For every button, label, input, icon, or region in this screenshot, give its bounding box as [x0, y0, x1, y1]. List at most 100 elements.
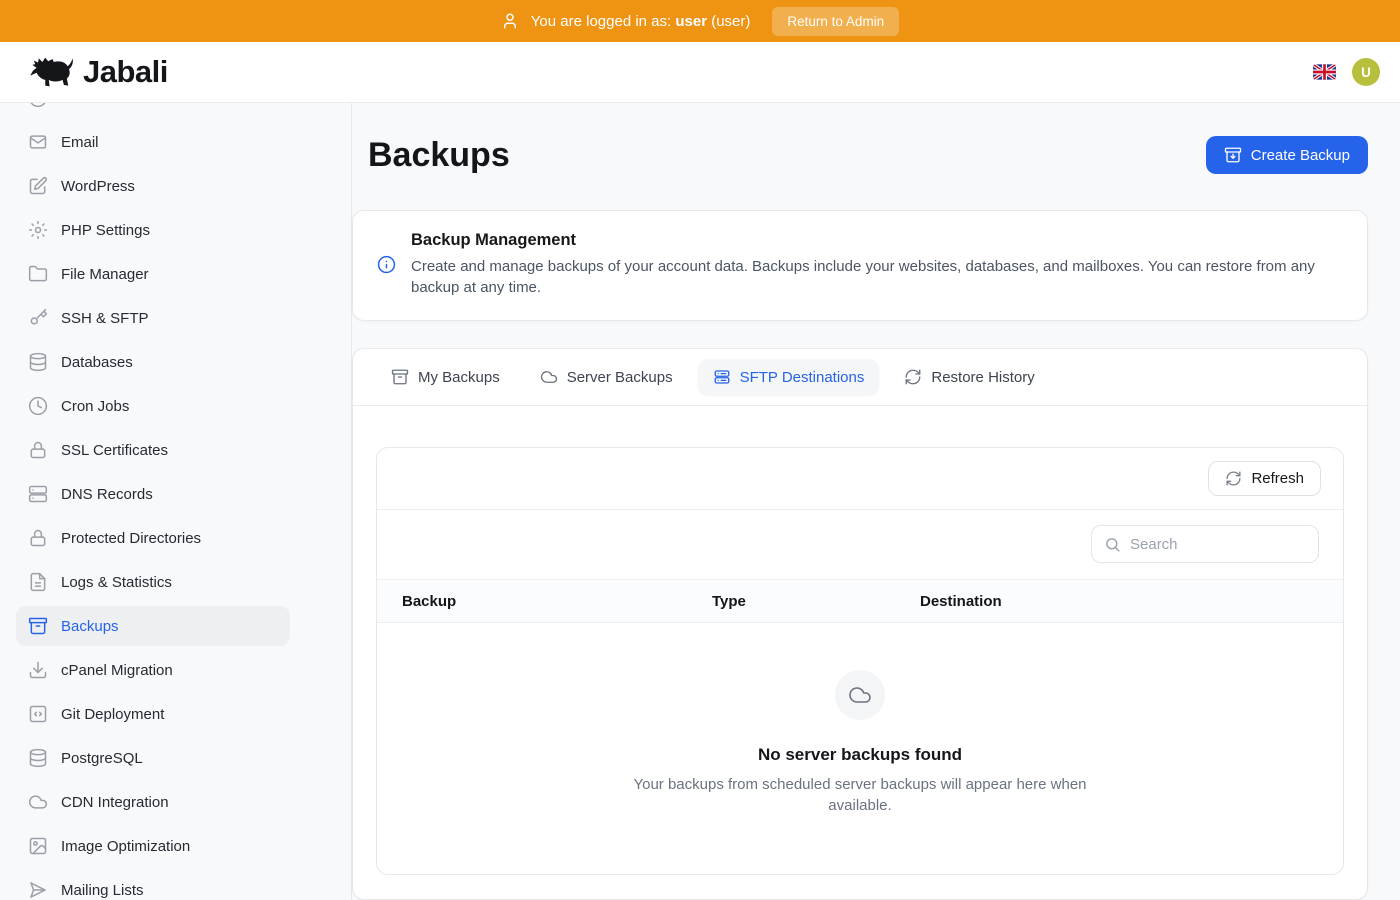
brand-name: Jabali [83, 54, 168, 90]
gear-icon [28, 220, 48, 240]
sidebar-item-label: DNS Records [61, 486, 153, 503]
cloud-icon [540, 368, 558, 386]
database-icon [28, 352, 48, 372]
backup-tabs: My Backups Server Backups SFTP Destinati… [353, 349, 1367, 405]
cloud-icon [835, 670, 885, 720]
archive-icon [28, 616, 48, 636]
globe-icon [28, 103, 48, 108]
tab-server-backups[interactable]: Server Backups [525, 359, 688, 395]
table-header-destination: Destination [920, 593, 1343, 610]
empty-state-description: Your backups from scheduled server backu… [615, 775, 1105, 816]
admin-impersonation-bar: You are logged in as: user (user) Return… [0, 0, 1400, 42]
sidebar-item-cpanel-migration[interactable]: cPanel Migration [16, 650, 290, 690]
sidebar-item-label: Backups [61, 618, 119, 635]
sidebar-item-label: cPanel Migration [61, 662, 173, 679]
file-text-icon [28, 572, 48, 592]
server-icon [713, 368, 731, 386]
code-icon [28, 704, 48, 724]
empty-state: No server backups found Your backups fro… [377, 623, 1343, 873]
sidebar-item-protected-directories[interactable]: Protected Directories [16, 518, 290, 558]
sidebar-item-label: CDN Integration [61, 794, 169, 811]
empty-state-title: No server backups found [397, 745, 1323, 765]
tab-my-backups[interactable]: My Backups [376, 359, 515, 395]
refresh-icon [904, 368, 922, 386]
sidebar-item-cdn-integration[interactable]: CDN Integration [16, 782, 290, 822]
app-header: Jabali U [0, 42, 1400, 103]
info-icon [377, 255, 396, 274]
lock-icon [28, 440, 48, 460]
archive-icon [391, 368, 409, 386]
sidebar-item-label: PostgreSQL [61, 750, 143, 767]
sidebar-item-label: Logs & Statistics [61, 574, 172, 591]
backups-panel: My Backups Server Backups SFTP Destinati… [352, 348, 1368, 899]
logged-in-username: user [675, 13, 707, 30]
sidebar-item-logs-statistics[interactable]: Logs & Statistics [16, 562, 290, 602]
sidebar-item-mailing-lists[interactable]: Mailing Lists [16, 870, 290, 900]
sidebar-item-git-deployment[interactable]: Git Deployment [16, 694, 290, 734]
sftp-destinations-table-card: Refresh Backup Type Destination [376, 447, 1344, 874]
search-box [1091, 525, 1319, 563]
boar-logo-icon [28, 53, 74, 91]
table-header-type: Type [712, 593, 920, 610]
search-input[interactable] [1130, 536, 1306, 553]
cloud-icon [28, 792, 48, 812]
create-backup-button[interactable]: Create Backup [1206, 136, 1368, 174]
sidebar-item-label: WordPress [61, 178, 135, 195]
mail-icon [28, 132, 48, 152]
sidebar-item-label: Git Deployment [61, 706, 164, 723]
info-card-description: Create and manage backups of your accoun… [411, 257, 1339, 298]
sidebar-item-label: PHP Settings [61, 222, 150, 239]
table-header-row: Backup Type Destination [377, 579, 1343, 623]
sidebar-item-label: SSL Certificates [61, 442, 168, 459]
refresh-button[interactable]: Refresh [1208, 461, 1321, 496]
sidebar-item-label: File Manager [61, 266, 149, 283]
sidebar-item-label: Databases [61, 354, 133, 371]
sidebar: Email WordPress PHP Settings File Manage… [0, 103, 352, 900]
sidebar-item-label: Email [61, 134, 99, 151]
avatar[interactable]: U [1352, 58, 1380, 86]
tab-restore-history[interactable]: Restore History [889, 359, 1049, 395]
return-to-admin-button[interactable]: Return to Admin [772, 7, 899, 36]
sidebar-item-label: Image Optimization [61, 838, 190, 855]
sidebar-item-label: Mailing Lists [61, 882, 144, 899]
search-icon [1104, 536, 1121, 553]
key-icon [28, 308, 48, 328]
sidebar-item-backups[interactable]: Backups [16, 606, 290, 646]
sidebar-item-cron-jobs[interactable]: Cron Jobs [16, 386, 290, 426]
sidebar-item-databases[interactable]: Databases [16, 342, 290, 382]
edit-icon [28, 176, 48, 196]
sidebar-item-partial[interactable] [16, 103, 290, 118]
table-header-backup: Backup [402, 593, 712, 610]
logged-in-message: You are logged in as: user (user) [531, 13, 751, 30]
archive-down-icon [1224, 146, 1242, 164]
sidebar-item-image-optimization[interactable]: Image Optimization [16, 826, 290, 866]
send-icon [28, 880, 48, 900]
sidebar-item-label: Protected Directories [61, 530, 201, 547]
uk-flag-icon[interactable] [1313, 64, 1336, 80]
sidebar-item-email[interactable]: Email [16, 122, 290, 162]
download-icon [28, 660, 48, 680]
refresh-icon [1225, 470, 1242, 487]
lock-icon [28, 528, 48, 548]
page-title: Backups [368, 136, 510, 175]
sidebar-item-ssl-certificates[interactable]: SSL Certificates [16, 430, 290, 470]
sidebar-item-ssh-sftp[interactable]: SSH & SFTP [16, 298, 290, 338]
folder-icon [28, 264, 48, 284]
clock-icon [28, 396, 48, 416]
brand-logo[interactable]: Jabali [28, 53, 168, 91]
info-card-title: Backup Management [411, 231, 1339, 250]
sidebar-item-label: Cron Jobs [61, 398, 129, 415]
image-icon [28, 836, 48, 856]
sidebar-item-wordpress[interactable]: WordPress [16, 166, 290, 206]
sidebar-item-file-manager[interactable]: File Manager [16, 254, 290, 294]
tab-sftp-destinations[interactable]: SFTP Destinations [698, 359, 880, 395]
database-icon [28, 748, 48, 768]
user-icon [501, 12, 519, 30]
sidebar-item-php-settings[interactable]: PHP Settings [16, 210, 290, 250]
server-icon [28, 484, 48, 504]
sidebar-item-postgresql[interactable]: PostgreSQL [16, 738, 290, 778]
main-content: Backups Create Backup Backup Management … [352, 103, 1400, 900]
logged-in-role: (user) [711, 13, 750, 30]
sidebar-item-dns-records[interactable]: DNS Records [16, 474, 290, 514]
sidebar-item-label: SSH & SFTP [61, 310, 149, 327]
